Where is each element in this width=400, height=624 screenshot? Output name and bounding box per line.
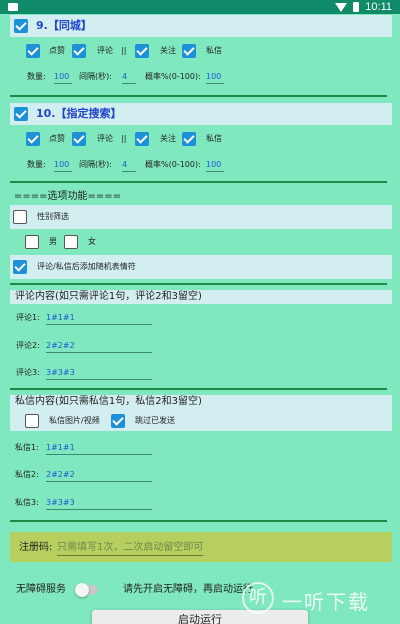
task10-count-label: 数量: [27, 160, 46, 169]
task9-count-label: 数量: [27, 72, 46, 81]
task9-interval-label: 间隔(秒): [79, 72, 112, 81]
comment-2-input[interactable]: 2#2#2 [46, 340, 152, 353]
female-checkbox[interactable] [64, 235, 78, 249]
male-label: 男 [49, 237, 57, 246]
task10-dm-label: 私信 [206, 134, 222, 143]
gender-filter-checkbox[interactable] [13, 210, 27, 224]
messages-heading: 私信内容(如只需私信1句，私信2和3留空) [15, 396, 202, 407]
skip-sent-checkbox[interactable] [111, 414, 125, 428]
message-1-input[interactable]: 1#1#1 [46, 442, 152, 455]
register-label: 注册码: [19, 542, 53, 553]
comment-2-label: 评论2: [16, 341, 40, 350]
dm-image-video-checkbox[interactable] [25, 414, 39, 428]
divider [10, 283, 387, 285]
divider [10, 388, 387, 390]
message-3-label: 私信3: [15, 498, 39, 507]
male-checkbox[interactable] [25, 235, 39, 249]
task10-comment-label: 评论 [97, 134, 113, 143]
skip-sent-label: 跳过已发送 [135, 416, 175, 425]
status-time: 10:11 [365, 1, 392, 13]
gender-filter-label: 性别筛选 [37, 212, 69, 221]
comments-heading: 评论内容(如只需评论1句，评论2和3留空) [15, 291, 202, 302]
wifi-icon [335, 2, 348, 12]
task10-interval-input[interactable]: 4 [122, 159, 136, 172]
start-run-button[interactable]: 启动运行 [92, 610, 308, 624]
task10-dm-checkbox[interactable] [182, 132, 196, 146]
message-2-input[interactable]: 2#2#2 [46, 469, 152, 482]
task9-follow-checkbox[interactable] [135, 44, 149, 58]
task10-like-label: 点赞 [49, 134, 65, 143]
task9-like-checkbox[interactable] [26, 44, 40, 58]
accessibility-toggle[interactable] [75, 583, 98, 597]
task9-follow-label: 关注 [160, 46, 176, 55]
task9-comment-label: 评论 [97, 46, 113, 55]
comment-3-input[interactable]: 3#3#3 [46, 367, 152, 380]
message-3-input[interactable]: 3#3#3 [46, 497, 152, 510]
dm-image-video-label: 私信图片/视频 [49, 416, 100, 425]
task10-probability-input[interactable]: 100 [206, 159, 224, 172]
comment-1-input[interactable]: 1#1#1 [46, 312, 152, 325]
options-heading: ====选项功能==== [14, 191, 122, 202]
task9-enable-checkbox[interactable] [14, 19, 28, 33]
battery-icon [353, 2, 360, 12]
task10-probability-label: 概率%(0-100): [145, 160, 201, 169]
status-bar: 10:11 [0, 0, 400, 14]
comment-1-label: 评论1: [16, 313, 40, 322]
message-1-label: 私信1: [15, 443, 39, 452]
task10-follow-checkbox[interactable] [135, 132, 149, 146]
divider [10, 181, 387, 183]
divider [10, 520, 387, 522]
task10-comment-checkbox[interactable] [72, 132, 86, 146]
female-label: 女 [88, 237, 96, 246]
task9-dm-label: 私信 [206, 46, 222, 55]
message-2-label: 私信2: [15, 470, 39, 479]
task10-count-input[interactable]: 100 [54, 159, 72, 172]
accessibility-hint: 请先开启无障碍，再启动运行 [123, 584, 253, 595]
task10-title: 10.【指定搜索】 [36, 107, 122, 120]
task10-follow-label: 关注 [160, 134, 176, 143]
divider [10, 95, 387, 97]
task9-separator: || [121, 46, 127, 55]
task9-comment-checkbox[interactable] [72, 44, 86, 58]
task10-interval-label: 间隔(秒): [79, 160, 112, 169]
comment-3-label: 评论3: [16, 368, 40, 377]
task9-interval-input[interactable]: 4 [122, 71, 136, 84]
emoji-checkbox[interactable] [13, 260, 27, 274]
emoji-label: 评论/私信后添加随机表情符 [37, 262, 136, 271]
watermark-text: 一听下载 [282, 590, 370, 614]
watermark-logo: 听 [242, 582, 274, 614]
task9-probability-label: 概率%(0-100): [145, 72, 201, 81]
task10-like-checkbox[interactable] [26, 132, 40, 146]
task9-title: 9.【同城】 [36, 19, 92, 32]
task10-separator: || [121, 134, 127, 143]
task9-count-input[interactable]: 100 [54, 71, 72, 84]
task9-like-label: 点赞 [49, 46, 65, 55]
task9-dm-checkbox[interactable] [182, 44, 196, 58]
notification-icon [8, 3, 18, 11]
task10-enable-checkbox[interactable] [14, 107, 28, 121]
accessibility-label: 无障碍服务 [16, 584, 66, 595]
register-code-input[interactable]: 只需填写1次，二次启动留空即可 [57, 541, 203, 556]
task9-probability-input[interactable]: 100 [206, 71, 224, 84]
